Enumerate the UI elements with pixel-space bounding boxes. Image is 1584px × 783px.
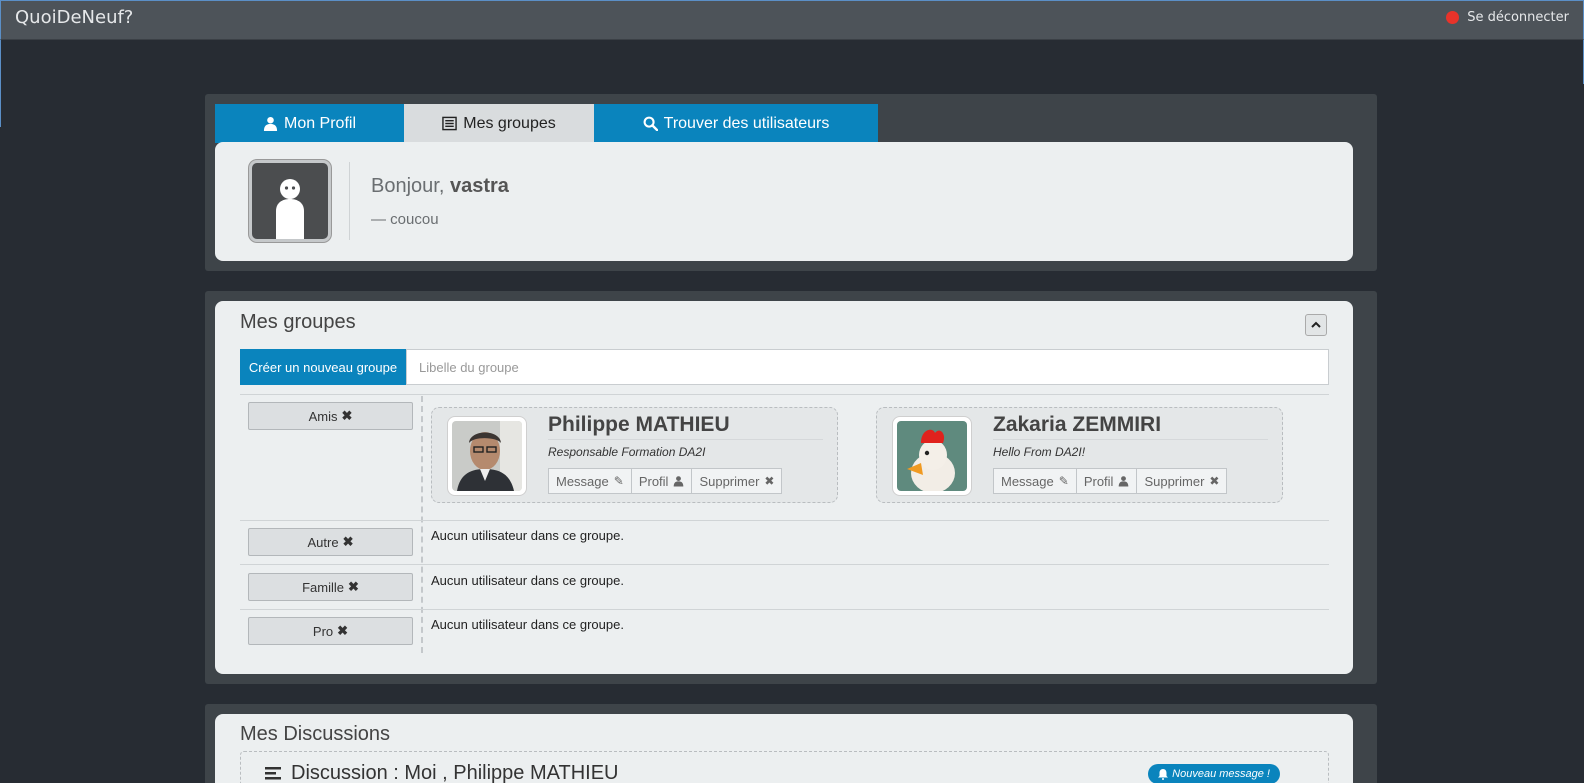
delete-label: Supprimer	[699, 473, 760, 489]
user-icon	[263, 116, 278, 131]
profile-button[interactable]: Profil	[631, 468, 693, 494]
tab-label: Mon Profil	[283, 114, 357, 132]
tab-mes-groupes[interactable]: Mes groupes	[404, 104, 594, 143]
message-button[interactable]: Message ✎	[993, 468, 1077, 494]
empty-group-message: Aucun utilisateur dans ce groupe.	[431, 573, 624, 588]
pencil-icon: ✎	[613, 474, 624, 488]
discussion-item[interactable]: Discussion : Moi , Philippe MATHIEU Nouv…	[240, 751, 1329, 783]
group-name-input[interactable]	[406, 349, 1329, 385]
member-status: Responsable Formation DA2I	[548, 445, 706, 459]
tab-label: Mes groupes	[463, 114, 556, 132]
list-icon	[442, 116, 458, 131]
member-status: Hello From DA2I!	[993, 445, 1086, 459]
divider	[240, 520, 1329, 521]
empty-group-message: Aucun utilisateur dans ce groupe.	[431, 617, 624, 632]
avatar	[249, 160, 331, 242]
member-name: Zakaria ZEMMIRI	[993, 413, 1268, 440]
window-edge	[0, 40, 1, 127]
divider	[240, 394, 1329, 395]
member-name: Philippe MATHIEU	[548, 413, 823, 440]
profile-label: Profil	[1083, 473, 1114, 489]
profile-button[interactable]: Profil	[1076, 468, 1138, 494]
create-group-row: Créer un nouveau groupe	[240, 349, 1329, 385]
chevron-up-icon	[1311, 321, 1321, 328]
empty-group-message: Aucun utilisateur dans ce groupe.	[431, 528, 624, 543]
search-icon	[643, 116, 658, 131]
groups-panel: Mes groupes Créer un nouveau groupe Amis…	[205, 291, 1377, 684]
user-icon	[1119, 476, 1129, 487]
logout-button[interactable]: Se déconnecter	[1446, 10, 1569, 25]
discussion-title-text: Discussion : Moi , Philippe MATHIEU	[291, 762, 619, 783]
message-label: Message	[556, 473, 609, 489]
member-card: Zakaria ZEMMIRI Hello From DA2I! Message…	[876, 407, 1283, 503]
group-button-pro[interactable]: Pro ✖	[248, 617, 413, 645]
greeting: Bonjour, vastra	[371, 175, 509, 198]
discussion-title: Discussion : Moi , Philippe MATHIEU	[265, 762, 619, 783]
member-photo	[892, 416, 972, 496]
tab-mon-profil[interactable]: Mon Profil	[215, 104, 404, 143]
divider	[240, 609, 1329, 610]
delete-button[interactable]: Supprimer ✖	[692, 468, 783, 494]
discussions-card: Mes Discussions Discussion : Moi , Phili…	[215, 714, 1353, 783]
member-actions: Message ✎ Profil Supprimer ✖	[548, 468, 783, 494]
close-icon: ✖	[764, 474, 775, 488]
new-message-label: Nouveau message !	[1172, 768, 1270, 780]
user-icon	[674, 476, 684, 487]
divider	[240, 564, 1329, 565]
app-brand[interactable]: QuoiDeNeuf?	[15, 7, 133, 28]
username: vastra	[449, 175, 509, 197]
group-column-divider	[421, 396, 423, 653]
close-icon: ✖	[348, 579, 359, 594]
member-photo	[447, 416, 527, 496]
tab-trouver-utilisateurs[interactable]: Trouver des utilisateurs	[594, 104, 878, 143]
profile-label: Profil	[638, 473, 669, 489]
close-icon: ✖	[337, 623, 349, 638]
group-button-famille[interactable]: Famille ✖	[248, 573, 413, 601]
tab-label: Trouver des utilisateurs	[663, 114, 830, 132]
create-group-button[interactable]: Créer un nouveau groupe	[240, 349, 406, 385]
close-icon: ✖	[341, 408, 353, 423]
group-name: Autre	[307, 534, 339, 550]
group-name: Famille	[302, 579, 344, 595]
message-label: Message	[1001, 473, 1054, 489]
logout-dot-icon	[1446, 11, 1460, 24]
new-message-badge[interactable]: Nouveau message !	[1148, 764, 1280, 783]
collapse-button[interactable]	[1305, 314, 1327, 336]
close-icon: ✖	[342, 534, 354, 549]
group-name: Pro	[312, 623, 334, 639]
profile-panel: Mon Profil Mes groupes Trouver des utili…	[205, 94, 1377, 271]
top-bar: QuoiDeNeuf? Se déconnecter	[0, 0, 1584, 40]
main-tabs: Mon Profil Mes groupes Trouver des utili…	[215, 104, 878, 143]
member-actions: Message ✎ Profil Supprimer ✖	[993, 468, 1228, 494]
divider	[349, 162, 350, 240]
groups-card: Mes groupes Créer un nouveau groupe Amis…	[215, 301, 1353, 674]
member-photo-icon	[897, 421, 967, 491]
group-button-amis[interactable]: Amis ✖	[248, 402, 413, 430]
discussions-panel: Mes Discussions Discussion : Moi , Phili…	[205, 704, 1377, 783]
logout-label: Se déconnecter	[1467, 10, 1569, 25]
greeting-text: Bonjour,	[371, 175, 450, 197]
group-button-autre[interactable]: Autre ✖	[248, 528, 413, 556]
default-avatar-icon	[276, 179, 304, 239]
discussions-title: Mes Discussions	[240, 723, 391, 745]
pencil-icon: ✎	[1058, 474, 1069, 488]
groups-title: Mes groupes	[240, 311, 356, 333]
bell-icon	[1158, 768, 1169, 780]
member-photo-icon	[452, 421, 522, 491]
group-name: Amis	[308, 408, 338, 424]
profile-status: — coucou	[371, 211, 439, 228]
align-left-icon	[265, 766, 281, 779]
delete-button[interactable]: Supprimer ✖	[1137, 468, 1228, 494]
message-button[interactable]: Message ✎	[548, 468, 632, 494]
delete-label: Supprimer	[1144, 473, 1205, 489]
member-card: Philippe MATHIEU Responsable Formation D…	[431, 407, 838, 503]
profile-card: Bonjour, vastra — coucou	[215, 142, 1353, 261]
close-icon: ✖	[1209, 474, 1220, 488]
